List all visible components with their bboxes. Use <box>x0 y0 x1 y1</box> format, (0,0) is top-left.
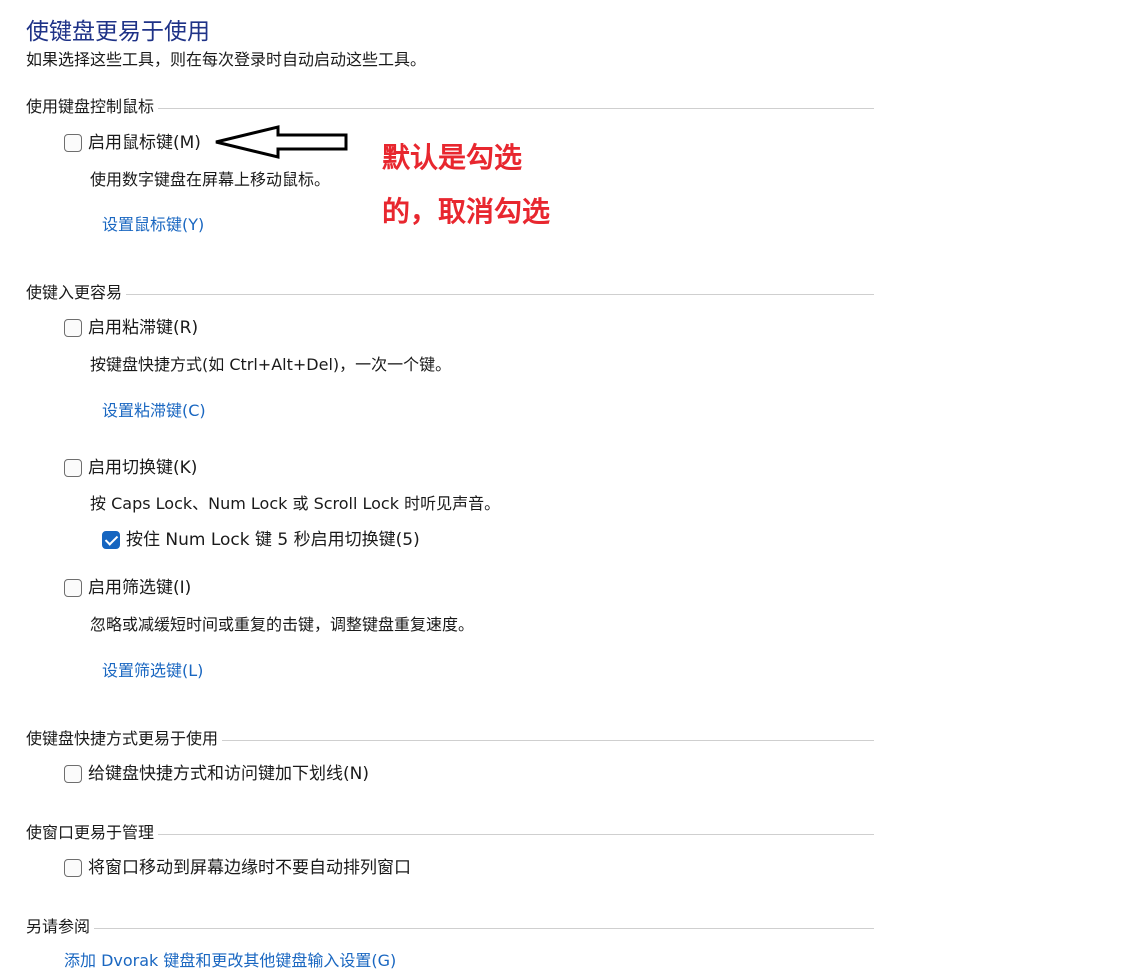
annotation-line-2: 的，取消勾选 <box>382 195 551 228</box>
filter-keys-checkbox[interactable] <box>64 579 82 597</box>
numlock-toggle-option[interactable]: 按住 Num Lock 键 5 秒启用切换键(5) <box>102 528 420 552</box>
toggle-keys-label: 启用切换键(K) <box>88 458 198 478</box>
underline-shortcuts-label: 给键盘快捷方式和访问键加下划线(N) <box>88 764 369 784</box>
section-header-typing: 使键入更容易 <box>26 282 874 304</box>
section-title: 使窗口更易于管理 <box>26 823 155 842</box>
underline-shortcuts-option[interactable]: 给键盘快捷方式和访问键加下划线(N) <box>64 762 369 786</box>
sticky-keys-option[interactable]: 启用粘滞键(R) <box>64 316 198 340</box>
section-divider <box>94 927 874 929</box>
sticky-keys-label: 启用粘滞键(R) <box>88 318 199 338</box>
page-subtitle: 如果选择这些工具，则在每次登录时自动启动这些工具。 <box>26 50 427 69</box>
section-title: 使用键盘控制鼠标 <box>26 97 155 116</box>
toggle-keys-checkbox[interactable] <box>64 459 82 477</box>
toggle-keys-description: 按 Caps Lock、Num Lock 或 Scroll Lock 时听见声音… <box>90 494 501 513</box>
filter-keys-label: 启用筛选键(I) <box>88 578 192 598</box>
underline-shortcuts-checkbox[interactable] <box>64 765 82 783</box>
section-title: 使键盘快捷方式更易于使用 <box>26 729 219 748</box>
mouse-keys-label: 启用鼠标键(M) <box>88 133 201 153</box>
annotation-line-1: 默认是勾选 <box>382 141 523 174</box>
left-arrow-icon <box>215 125 348 159</box>
section-divider <box>222 739 874 741</box>
filter-keys-option[interactable]: 启用筛选键(I) <box>64 576 191 600</box>
dvorak-keyboard-link[interactable]: 添加 Dvorak 键盘和更改其他键盘输入设置(G) <box>64 950 396 972</box>
section-title: 另请参阅 <box>26 917 91 936</box>
section-header-see-also: 另请参阅 <box>26 916 874 938</box>
snap-windows-checkbox[interactable] <box>64 859 82 877</box>
sticky-keys-description: 按键盘快捷方式(如 Ctrl+Alt+Del)，一次一个键。 <box>90 355 452 374</box>
section-header-shortcuts: 使键盘快捷方式更易于使用 <box>26 728 874 750</box>
snap-windows-option[interactable]: 将窗口移动到屏幕边缘时不要自动排列窗口 <box>64 856 411 880</box>
section-title: 使键入更容易 <box>26 283 123 302</box>
section-divider <box>158 833 874 835</box>
filter-keys-description: 忽略或减缓短时间或重复的击键，调整键盘重复速度。 <box>90 615 475 634</box>
sticky-keys-checkbox[interactable] <box>64 319 82 337</box>
snap-windows-label: 将窗口移动到屏幕边缘时不要自动排列窗口 <box>88 858 411 878</box>
numlock-toggle-checkbox[interactable] <box>102 531 120 549</box>
section-divider <box>158 107 874 109</box>
mouse-keys-checkbox[interactable] <box>64 134 82 152</box>
setup-sticky-keys-link[interactable]: 设置粘滞键(C) <box>102 400 206 422</box>
section-header-mouse: 使用键盘控制鼠标 <box>26 96 874 118</box>
mouse-keys-option[interactable]: 启用鼠标键(M) <box>64 131 201 155</box>
toggle-keys-option[interactable]: 启用切换键(K) <box>64 456 197 480</box>
page-title: 使键盘更易于使用 <box>26 19 210 45</box>
setup-mouse-keys-link[interactable]: 设置鼠标键(Y) <box>102 214 204 236</box>
section-divider <box>126 293 874 295</box>
section-header-windows: 使窗口更易于管理 <box>26 822 874 844</box>
setup-filter-keys-link[interactable]: 设置筛选键(L) <box>102 660 203 682</box>
mouse-keys-description: 使用数字键盘在屏幕上移动鼠标。 <box>90 170 331 189</box>
numlock-toggle-label: 按住 Num Lock 键 5 秒启用切换键(5) <box>126 530 420 550</box>
